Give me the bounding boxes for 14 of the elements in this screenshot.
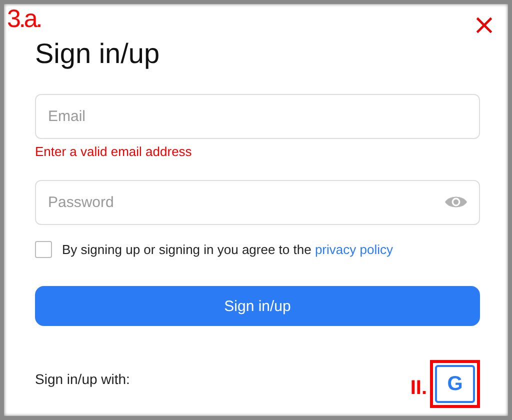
step-label: 3.a.	[7, 6, 41, 32]
email-field[interactable]: Email	[35, 94, 480, 139]
dialog-title: Sign in/up	[35, 38, 161, 70]
step-marker: II.	[410, 376, 427, 400]
error-message: Enter a valid email address	[35, 144, 193, 160]
consent-text: By signing up or signing in you agree to the privacy policy	[62, 242, 393, 257]
google-button[interactable]: G	[435, 365, 475, 403]
privacy-policy-link[interactable]: privacy policy	[314, 242, 393, 257]
consent-checkbox[interactable]	[35, 241, 52, 258]
eye-icon[interactable]	[444, 194, 468, 210]
sign-in-button[interactable]: Sign in/up	[35, 286, 480, 326]
password-field[interactable]: Password	[35, 180, 480, 225]
close-button[interactable]: ×	[472, 14, 496, 36]
social-label: Sign in/up with:	[35, 371, 130, 387]
